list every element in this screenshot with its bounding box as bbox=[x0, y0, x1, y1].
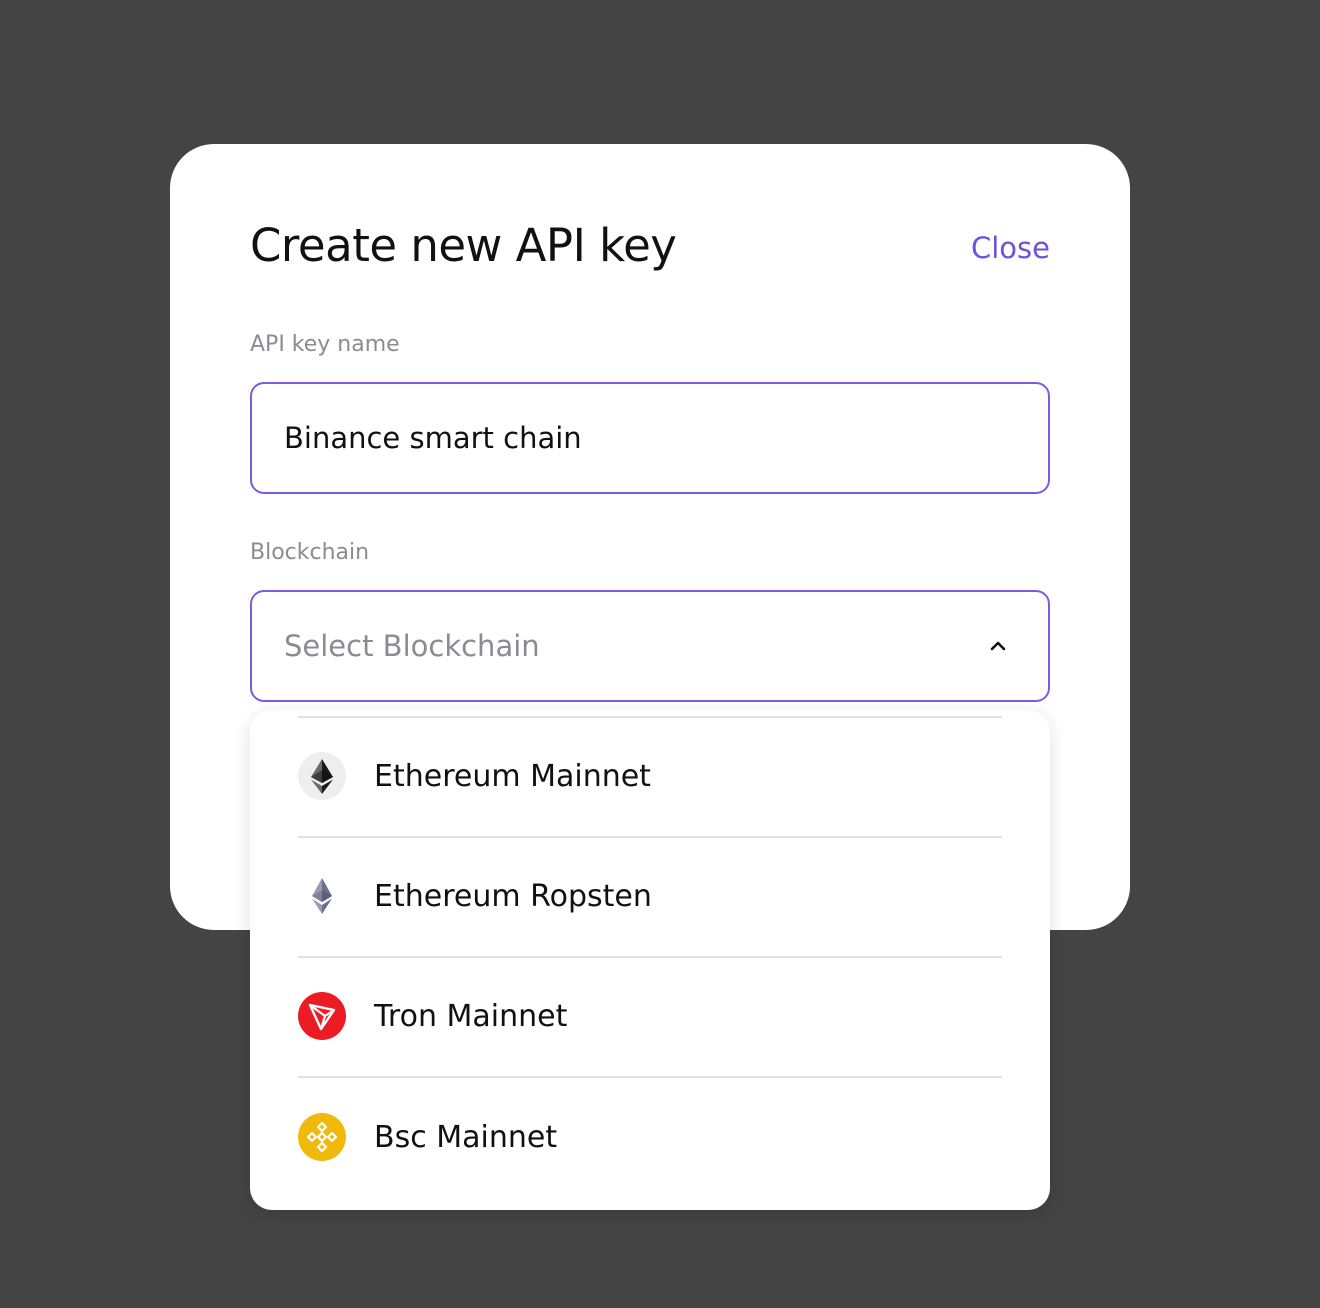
option-ethereum-mainnet[interactable]: Ethereum Mainnet bbox=[250, 716, 1050, 836]
tron-icon bbox=[298, 992, 346, 1040]
chevron-up-icon bbox=[978, 626, 1018, 666]
blockchain-select[interactable]: Select Blockchain bbox=[250, 590, 1050, 702]
ethereum-ropsten-icon bbox=[298, 872, 346, 920]
blockchain-dropdown: Ethereum Mainnet Ethereum Ropsten Tron M… bbox=[250, 710, 1050, 1210]
option-label: Bsc Mainnet bbox=[374, 1119, 558, 1155]
bnb-icon bbox=[298, 1113, 346, 1161]
modal-title: Create new API key bbox=[250, 219, 677, 272]
close-button[interactable]: Close bbox=[971, 228, 1050, 268]
api-key-name-input[interactable]: Binance smart chain bbox=[250, 382, 1050, 494]
api-key-name-label: API key name bbox=[250, 332, 400, 357]
option-label: Ethereum Ropsten bbox=[374, 878, 652, 914]
option-tron-mainnet[interactable]: Tron Mainnet bbox=[250, 956, 1050, 1076]
api-key-name-value: Binance smart chain bbox=[284, 421, 582, 455]
option-ethereum-ropsten[interactable]: Ethereum Ropsten bbox=[250, 836, 1050, 956]
blockchain-label: Blockchain bbox=[250, 540, 370, 565]
option-label: Ethereum Mainnet bbox=[374, 758, 651, 794]
blockchain-placeholder: Select Blockchain bbox=[284, 629, 540, 663]
option-label: Tron Mainnet bbox=[374, 998, 568, 1034]
ethereum-icon bbox=[298, 752, 346, 800]
option-bsc-mainnet[interactable]: Bsc Mainnet bbox=[250, 1077, 1050, 1197]
